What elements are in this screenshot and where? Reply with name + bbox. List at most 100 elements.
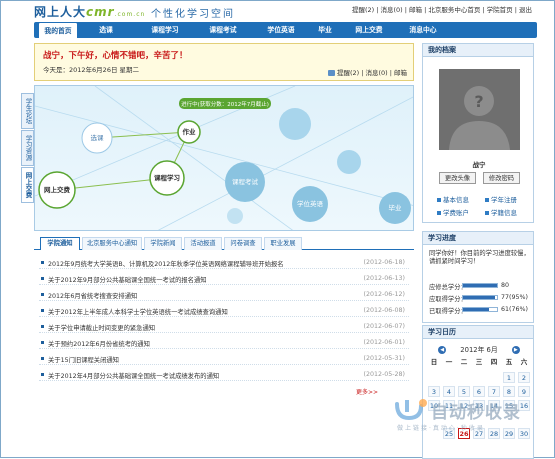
greeting-links[interactable]: 提醒(2) | 消息(0) | 邮箱 [327,67,407,77]
sidetab-forum[interactable]: 学生论坛 [21,93,34,129]
calendar-weekday: 一 [445,358,453,366]
notice-title[interactable]: 关于学位申请截止时间变更的紧急通知 [48,323,155,332]
calendar-day[interactable]: 6 [473,386,485,397]
calendar-day[interactable]: 7 [488,386,500,397]
tab-career[interactable]: 职业发展 [264,237,302,250]
list-item[interactable]: 2012年6月省统考搜查安排通知 (2012-06-12) [39,289,409,301]
notice-title[interactable]: 关于15门旧课程关闭通知 [48,355,119,364]
calendar-day[interactable]: 14 [488,400,500,411]
tab-college-news[interactable]: 学院新闻 [144,237,182,250]
calendar-day[interactable]: 1 [503,372,515,383]
tab-surveys[interactable]: 问卷调查 [224,237,262,250]
calendar-day[interactable]: 10 [428,400,440,411]
calendar-day[interactable]: 8 [503,386,515,397]
link-annual-registration-label[interactable]: 学年注册 [491,196,517,204]
notice-title[interactable]: 关于2012年上半年成人本科学士学位英语统一考试成绩查询通知 [48,307,228,316]
avatar[interactable]: ? [439,69,520,150]
link-tuition-account-label[interactable]: 学费账户 [443,209,469,217]
tab-beijing-notice[interactable]: 北京服务中心通知 [82,237,142,250]
calendar-day[interactable]: 13 [473,400,485,411]
site-logo[interactable]: 网上人大cmr.com.cn [34,3,145,20]
bullet [41,309,44,312]
link-student-status[interactable]: 学籍信息 [485,207,517,217]
change-avatar-button[interactable]: 更改头像 [439,172,476,184]
node-label-online-payment: 网上交费 [44,185,71,194]
tab-college-notice[interactable]: 学院通知 [40,237,80,250]
link-basic-info[interactable]: 基本信息 [437,194,469,204]
nav-home[interactable]: 我的首页 [38,22,78,38]
next-month-icon[interactable]: ▶ [511,346,520,354]
nav-graduation[interactable]: 毕业 [310,22,340,38]
calendar-day[interactable]: 15 [503,400,515,411]
calendar-weekday: 四 [490,358,498,366]
sidetab-payment[interactable]: 网上交费 [21,167,34,203]
sidetab-resources[interactable]: 学习资源 [21,130,34,166]
calendar-day[interactable]: 16 [518,400,530,411]
notice-date: (2012-05-28) [363,371,405,378]
list-item[interactable]: 关于预约2012年6月份省统考的通知 (2012-06-01) [39,337,409,349]
calendar-day[interactable]: 11 [443,400,455,411]
notice-date: (2012-05-31) [363,355,405,362]
progress-message: 同学你好！你目前的学习进度较慢，请抓紧时间学习！ [429,250,530,265]
side-tabs: 学生论坛 学习资源 网上交费 [21,93,34,204]
notice-title[interactable]: 关于2012年9月部分公共基础课全国统一考试的报名通知 [48,275,207,284]
tab-activity-reports[interactable]: 活动报道 [184,237,222,250]
user-name: 战宁 [472,161,486,169]
notice-date: (2012-06-07) [363,323,405,330]
nav-course-study[interactable]: 课程学习 [142,22,188,38]
bubble-deco-1 [279,108,311,140]
calendar-day[interactable]: 12 [458,400,470,411]
more-link[interactable]: 更多>> [356,387,378,396]
list-item[interactable]: 关于学位申请截止时间变更的紧急通知 (2012-06-07) [39,321,409,333]
notice-title[interactable]: 2012年6月省统考搜查安排通知 [48,291,137,300]
avatar-placeholder-icon: ? [439,69,520,150]
change-password-button[interactable]: 修改密码 [483,172,520,184]
nav-degree-english[interactable]: 学位英语 [258,22,304,38]
link-basic-info-label[interactable]: 基本信息 [443,196,469,204]
list-item[interactable]: 关于2012年9月部分公共基础课全国统一考试的报名通知 (2012-06-13) [39,273,409,285]
progress-value: 80 [501,282,510,289]
calendar-title: 学习日历 [423,326,533,339]
list-item[interactable]: 关于2012年4月部分公共基础课全国统一考试成绩发布的通知 (2012-05-28… [39,369,409,381]
node-label-degree-english: 学位英语 [297,199,324,208]
nav-message-center[interactable]: 消息中心 [400,22,446,38]
calendar-day[interactable]: 25 [443,428,455,439]
top-bar: 网上人大cmr.com.cn 个性化学习空间 提醒(2) | 消息(0) | 邮… [1,1,554,20]
progress-row-earned: 已取得学分： 61(76%) [429,306,528,315]
calendar-day[interactable]: 29 [503,428,515,439]
calendar-weekday: 三 [475,358,483,366]
greeting-links-text[interactable]: 提醒(2) | 消息(0) | 邮箱 [337,69,407,77]
progress-row-required: 应修总学分： 80 [429,282,509,291]
list-item[interactable]: 关于15门旧课程关闭通知 (2012-05-31) [39,353,409,365]
notice-title[interactable]: 2012年9月统考大学英语B、计算机及2012年秋季学位英语网络课程辅导班开始报… [48,259,284,268]
link-tuition-account[interactable]: 学费账户 [437,207,469,217]
list-item[interactable]: 关于2012年上半年成人本科学士学位英语统一考试成绩查询通知 (2012-06-0… [39,305,409,317]
top-links[interactable]: 提醒(2) | 消息(0) | 邮箱 | 北京服务中心首页 | 学院首页 | 退… [352,4,532,14]
calendar-day[interactable]: 5 [458,386,470,397]
calendar-day[interactable]: 9 [518,386,530,397]
calendar-box: 学习日历 ◀ 2012年 6月 ▶ 日一二三四五六 1 2 3 4 5 6 7 8 9 10 11 12… [422,325,534,459]
node-label-select-course: 选课 [91,133,105,142]
slogan: 个性化学习空间 [151,9,235,20]
calendar-day[interactable]: 4 [443,386,455,397]
nav-online-payment[interactable]: 网上交费 [346,22,392,38]
calendar-day-today[interactable]: 26 [458,428,470,439]
calendar-day[interactable]: 3 [428,386,440,397]
bullet-icon [437,198,441,202]
list-item[interactable]: 2012年9月统考大学英语B、计算机及2012年秋季学位英语网络课程辅导班开始报… [39,257,409,269]
calendar-day[interactable]: 27 [473,428,485,439]
calendar-day[interactable]: 2 [518,372,530,383]
notice-title[interactable]: 关于预约2012年6月份省统考的通知 [48,339,150,348]
nav-course-select[interactable]: 选课 [86,22,126,38]
notice-title[interactable]: 关于2012年4月部分公共基础课全国统一考试成绩发布的通知 [48,371,219,380]
notice-date: (2012-06-08) [363,307,405,314]
link-annual-registration[interactable]: 学年注册 [485,194,517,204]
link-student-status-label[interactable]: 学籍信息 [491,209,517,217]
logo-brand: cmr [86,5,115,19]
node-label-graduation: 毕业 [389,203,403,212]
nav-course-exam[interactable]: 课程考试 [200,22,246,38]
calendar-day[interactable]: 30 [518,428,530,439]
calendar-day[interactable]: 28 [488,428,500,439]
greeting-panel: 战宁，下午好，心情不错吧，辛苦了！ 今天是：2012年6月26日 星期二 提醒(… [34,43,414,81]
prev-month-icon[interactable]: ◀ [438,346,447,354]
